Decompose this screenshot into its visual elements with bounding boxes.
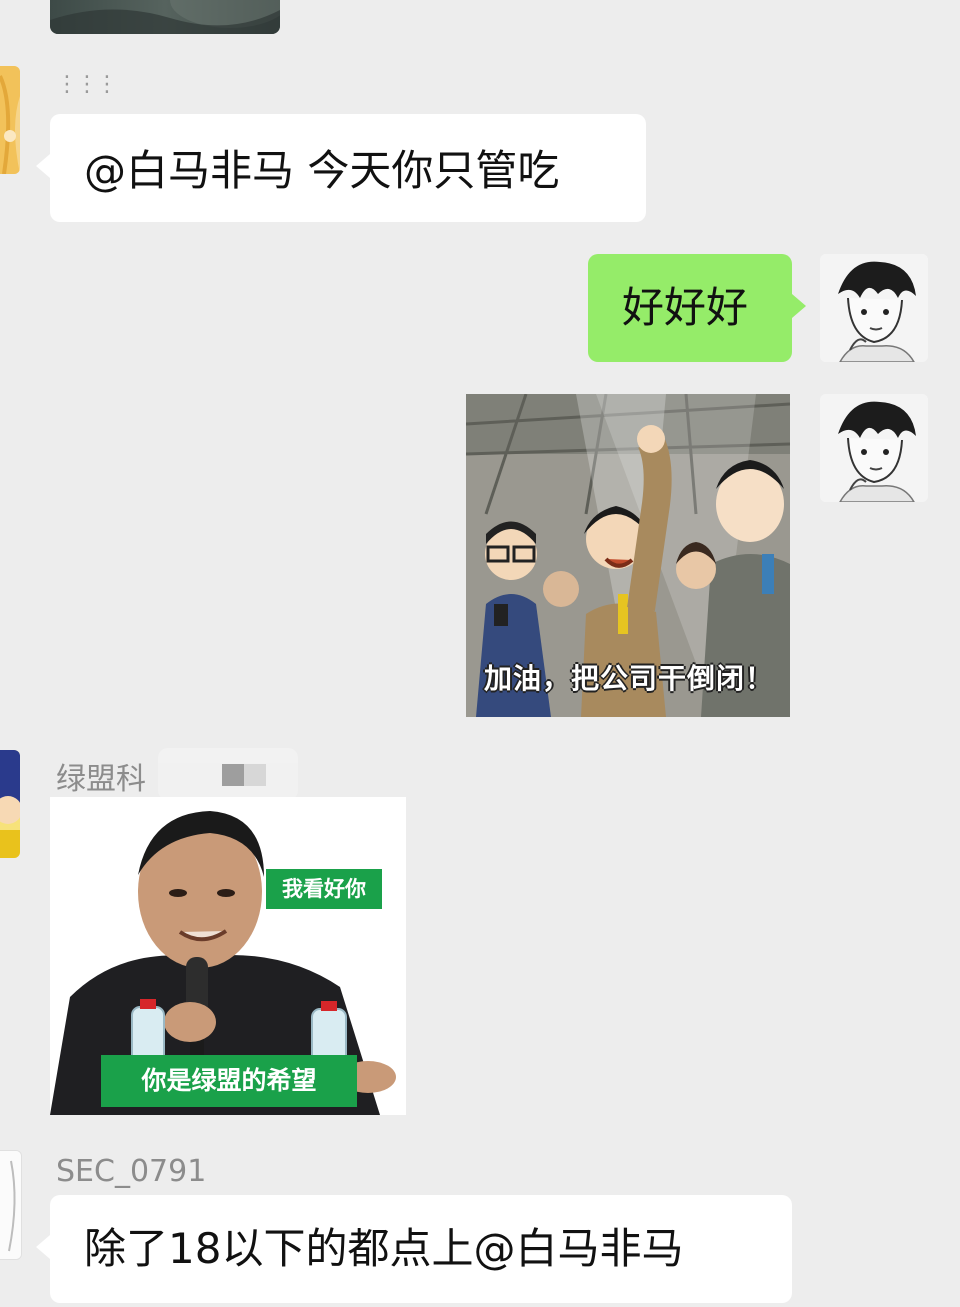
message-text: 好好好 (622, 283, 749, 332)
name-blur-mask (158, 748, 298, 800)
sticker-caption: 加油，把公司干倒闭！ (484, 662, 775, 695)
avatar-image (0, 66, 20, 174)
sticker-top-label: 我看好你 (266, 869, 382, 909)
avatar-self-sketch[interactable] (820, 254, 928, 362)
sticker-cartoon-cheer[interactable]: 加油，把公司干倒闭！ (466, 394, 790, 717)
sticker-photo-meme[interactable]: 我看好你 你是绿盟的希望 (50, 797, 406, 1115)
text-bubble[interactable]: 除了18以下的都点上@白马非马 (36, 1195, 792, 1303)
message-text: @白马非马 今天你只管吃 (84, 146, 560, 195)
avatar-image (820, 254, 928, 362)
chat-area[interactable]: ⋮⋮⋮ @白马非马 今天你只管吃 好好好 加油，把公司干倒闭！ 绿盟科 我看好你… (0, 0, 960, 1307)
sender-name-hidden: ⋮⋮⋮ (56, 72, 118, 97)
sender-name: SEC_0791 (56, 1154, 207, 1189)
sender-name: 绿盟科 (56, 762, 146, 797)
avatar-image (0, 750, 20, 858)
text-bubble-self[interactable]: 好好好 (588, 254, 806, 362)
avatar-image (820, 394, 928, 502)
message-text: 除了18以下的都点上@白马非马 (84, 1224, 684, 1273)
avatar-self-sketch[interactable] (820, 394, 928, 502)
avatar-cartoon-blue[interactable] (0, 750, 20, 858)
sticker-bottom-label: 你是绿盟的希望 (101, 1055, 357, 1107)
image-thumbnail (50, 0, 280, 34)
previous-image-message[interactable] (50, 0, 280, 34)
text-bubble[interactable]: @白马非马 今天你只管吃 (36, 114, 646, 222)
avatar-blonde-character[interactable] (0, 66, 20, 174)
avatar-white-sketch[interactable] (0, 1150, 22, 1260)
avatar-image (0, 1151, 21, 1259)
